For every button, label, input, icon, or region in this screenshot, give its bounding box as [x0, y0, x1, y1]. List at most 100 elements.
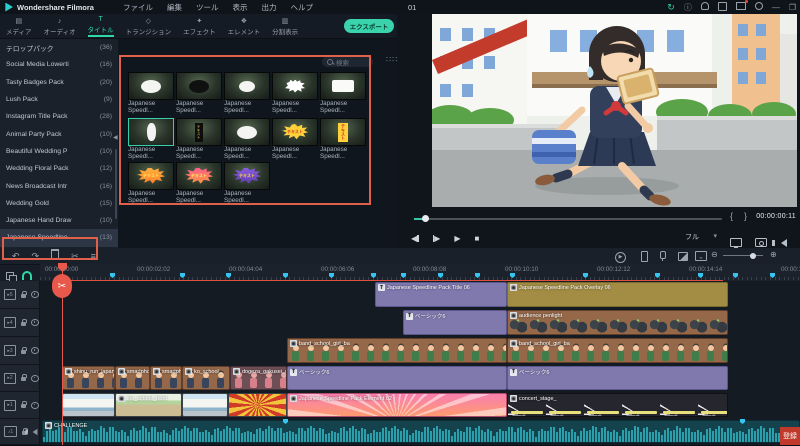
split-scissors-icon[interactable]: ✂: [71, 251, 79, 261]
title-thumbnail-13[interactable]: テキスト: [224, 162, 270, 190]
timeline-marker-icon[interactable]: [698, 273, 703, 278]
timeline-ruler[interactable]: 00:00:00:0000:00:02:0200:00:04:0400:00:0…: [40, 264, 800, 281]
save-icon[interactable]: [717, 1, 727, 13]
clip-band_school_girl_ba[interactable]: ▣ band_school_girl_ba: [287, 338, 507, 363]
title-thumbnail-1[interactable]: [128, 72, 174, 100]
scrubber-track[interactable]: [414, 218, 722, 220]
timeline-marker-icon[interactable]: [583, 273, 588, 278]
title-thumbnail-2[interactable]: [176, 72, 222, 100]
undo-icon[interactable]: ↶: [12, 251, 20, 261]
clip-ko_school_[interactable]: ▣ ko_school_: [182, 366, 230, 390]
register-badge[interactable]: 登録: [780, 427, 800, 445]
title-thumbnail-9[interactable]: テキスト: [272, 118, 318, 146]
redo-icon[interactable]: ↷: [32, 251, 40, 261]
info-icon[interactable]: ⓘ: [684, 2, 692, 13]
menu-ファイル[interactable]: ファイル: [123, 2, 153, 13]
tab-トランジション[interactable]: ◇ トランジション: [126, 17, 172, 36]
lock-icon[interactable]: [21, 374, 27, 381]
menu-ツール[interactable]: ツール: [196, 2, 219, 13]
render-preview-icon[interactable]: ▶: [615, 251, 626, 263]
eye-icon[interactable]: [30, 319, 39, 326]
menu-出力[interactable]: 出力: [261, 2, 276, 13]
record-voiceover-icon[interactable]: [660, 251, 666, 261]
title-thumbnail-6[interactable]: [128, 118, 174, 146]
sidebar-scrollbar[interactable]: [115, 149, 117, 219]
clip-CHALLENGE[interactable]: ▣ CHALLENGE: [42, 420, 800, 443]
playhead-scissors-badge[interactable]: ✂: [52, 274, 72, 298]
tab-オーディオ[interactable]: ♪ オーディオ: [44, 17, 76, 36]
clip-Japanese Speedline Pack Title 06[interactable]: T Japanese Speedline Pack Title 06: [375, 282, 507, 307]
stop-button[interactable]: ■: [474, 234, 479, 243]
clip-audience penlight[interactable]: ▣ audience penlight: [507, 310, 728, 335]
export-button[interactable]: エクスポート: [344, 19, 394, 33]
eye-icon[interactable]: [30, 401, 39, 409]
user-icon[interactable]: [754, 2, 763, 12]
mixer-icon[interactable]: [678, 252, 688, 263]
mark-in-icon[interactable]: {: [730, 211, 733, 221]
title-thumbnail-8[interactable]: [224, 118, 270, 146]
speaker-icon[interactable]: [25, 423, 38, 441]
eye-icon[interactable]: [30, 347, 39, 354]
clip-dogeza_gakusei_won[interactable]: ▣dogeza_gakusei_won: [230, 366, 287, 390]
phone-icon[interactable]: [641, 251, 648, 264]
clip-ベーシック6[interactable]: T ベーシック6: [403, 310, 507, 335]
zoom-in-icon[interactable]: ⊕: [770, 250, 777, 259]
sidebar-item-Social Media Lowerti[interactable]: Social Media Lowerti (16): [0, 56, 118, 73]
eye-icon[interactable]: [30, 374, 39, 382]
sidebar-item-テロップパック[interactable]: テロップパック (36): [0, 39, 118, 56]
lock-icon[interactable]: [21, 346, 27, 354]
mail-icon[interactable]: [735, 0, 748, 12]
sync-icon[interactable]: ↻: [667, 2, 675, 13]
tab-エフェクト[interactable]: ✦ エフェクト: [183, 17, 216, 36]
next-frame-button[interactable]: ▶: [432, 234, 440, 243]
timeline-marker-icon[interactable]: [283, 273, 288, 278]
timeline-marker-icon[interactable]: [329, 273, 334, 278]
collapse-sidebar-arrow[interactable]: ◀: [113, 134, 118, 141]
timeline-marker-icon[interactable]: [180, 273, 185, 278]
tab-タイトル[interactable]: T タイトル: [87, 15, 114, 37]
clip-concert_stage_[interactable]: ▣ concert_stage_: [507, 393, 728, 417]
title-thumbnail-7[interactable]: テキスト: [176, 118, 222, 146]
eye-icon[interactable]: [30, 291, 39, 298]
clip-band_school_girl_ba[interactable]: ▣ band_school_girl_ba: [507, 338, 728, 363]
menu-ヘルプ[interactable]: ヘルプ: [290, 2, 313, 13]
play-button[interactable]: ▶: [454, 234, 460, 243]
sidebar-item-Beautiful Wedding P[interactable]: Beautiful Wedding P (10): [0, 143, 118, 160]
preview-zoom-select[interactable]: フル ▾: [685, 232, 717, 242]
search-input[interactable]: 検索: [322, 56, 373, 67]
clip-ベーシック6[interactable]: T ベーシック6: [507, 366, 728, 390]
scrubber-handle[interactable]: [422, 215, 429, 222]
sidebar-item-Tasty Badges Pack[interactable]: Tasty Badges Pack (20): [0, 74, 118, 91]
tab-分割表示[interactable]: ▥ 分割表示: [272, 17, 298, 36]
menu-表示[interactable]: 表示: [232, 2, 247, 13]
video-preview[interactable]: [432, 14, 797, 207]
previous-frame-button[interactable]: ◀: [411, 234, 419, 243]
title-thumbnail-12[interactable]: テキスト: [176, 162, 222, 190]
sidebar-item-Japanese Hand Draw[interactable]: Japanese Hand Draw (10): [0, 212, 118, 229]
clip-ベーシック6[interactable]: T ベーシック6: [287, 366, 507, 390]
sidebar-item-Wedding Floral Pack[interactable]: Wedding Floral Pack (12): [0, 160, 118, 177]
tab-エレメント[interactable]: ❖ エレメント: [228, 17, 261, 36]
clip-Japanese Speedline Pack Overlay 06[interactable]: ▣ Japanese Speedline Pack Overlay 06: [507, 282, 728, 307]
account-icon[interactable]: [700, 2, 709, 12]
title-thumbnail-10[interactable]: テキスト: [320, 118, 366, 146]
minimize-button[interactable]: —: [772, 3, 780, 12]
title-thumbnail-5[interactable]: [320, 72, 366, 100]
clip-town[interactable]: [62, 393, 115, 417]
lock-icon[interactable]: [21, 318, 27, 326]
title-thumbnail-4[interactable]: [272, 72, 318, 100]
properties-icon[interactable]: ≡: [91, 251, 96, 261]
lock-icon[interactable]: [21, 290, 27, 298]
tab-メディア[interactable]: ▤ メディア: [6, 17, 32, 36]
sidebar-item-Wedding Gold[interactable]: Wedding Gold (15): [0, 195, 118, 212]
clip-smartph_[interactable]: ▣smartph_: [150, 366, 182, 390]
subtitle-icon[interactable]: ▪▪: [695, 251, 707, 261]
delete-icon[interactable]: [51, 248, 60, 264]
sidebar-item-News Broadcast Intr[interactable]: News Broadcast Intr (16): [0, 177, 118, 194]
clip-ins_school_front[interactable]: ▣ ins_school_front: [115, 393, 182, 417]
mark-out-icon[interactable]: }: [744, 211, 747, 221]
lock-icon[interactable]: [21, 401, 27, 408]
title-thumbnail-3[interactable]: [224, 72, 270, 100]
maximize-button[interactable]: ❐: [789, 3, 796, 12]
clip-Japanese Speedline Pack Element 02[interactable]: ▣ Japanese Speedline Pack Element 02: [287, 393, 507, 417]
